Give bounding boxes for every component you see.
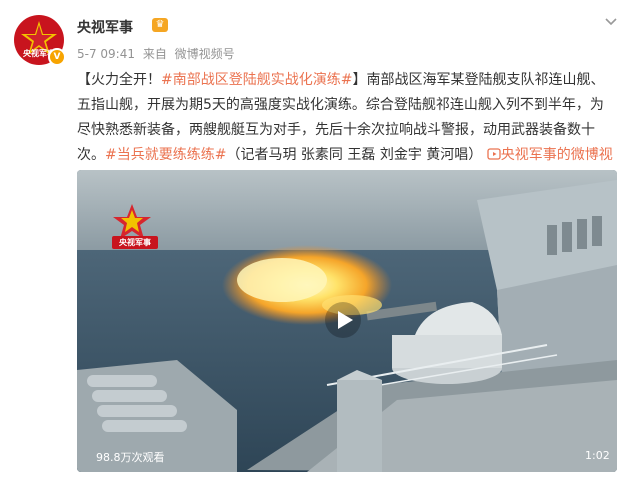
play-icon[interactable] (324, 301, 362, 339)
chevron-down-icon[interactable] (601, 15, 621, 35)
content-text: 【火力全开！ (77, 72, 161, 88)
video-watermark-label: 央视军事 (112, 236, 158, 249)
video-duration: 1:02 (585, 449, 610, 462)
post-date[interactable]: 5-7 09:41 (77, 47, 135, 61)
hashtag-link[interactable]: #南部战区登陆舰实战化演练# (161, 72, 352, 88)
verified-badge-icon: V (48, 48, 66, 66)
source-link[interactable]: 微博视频号 (175, 47, 235, 61)
content-text: （记者马玥 张素同 王磊 刘金宇 黄河唱） (226, 147, 483, 163)
source-prefix: 来自 (142, 47, 167, 61)
post-meta: 5-7 09:41 来自 微博视频号 (77, 45, 239, 62)
hashtag-link[interactable]: #当兵就要练练练# (105, 147, 226, 163)
author-name[interactable]: 央视军事 (77, 17, 133, 37)
view-count: 98.8万次观看 (96, 451, 165, 464)
vip-crown-icon: ♛ (152, 18, 168, 32)
video-link-icon (487, 148, 501, 160)
